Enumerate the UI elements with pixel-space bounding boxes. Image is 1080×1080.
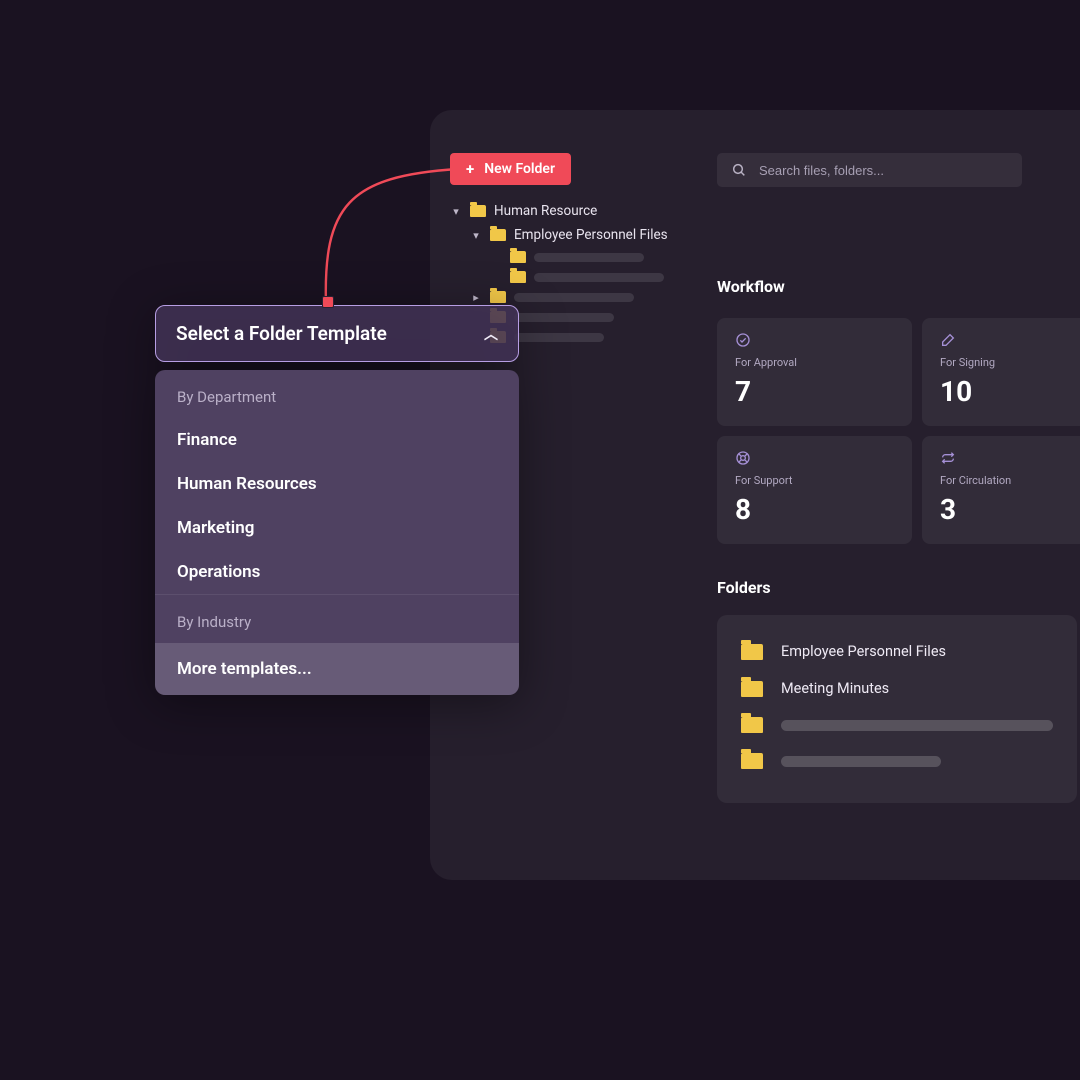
folder-icon — [490, 291, 506, 303]
workflow-card-count: 10 — [940, 375, 1080, 408]
chevron-down-icon: ▾ — [450, 205, 462, 217]
placeholder-bar — [534, 253, 644, 262]
search-bar[interactable] — [717, 153, 1022, 187]
placeholder-bar — [514, 313, 614, 322]
folder-icon — [741, 717, 763, 733]
template-select-title: Select a Folder Template — [176, 322, 387, 345]
workflow-card-label: For Support — [735, 474, 894, 487]
tree-item-placeholder[interactable]: ▾ — [450, 247, 690, 267]
folder-row-placeholder[interactable] — [741, 707, 1053, 743]
folder-row[interactable]: Meeting Minutes — [741, 670, 1053, 707]
folder-icon — [470, 205, 486, 217]
chevron-down-icon: ▾ — [470, 229, 482, 241]
workflow-grid: For Approval 7 For Signing 10 For Suppor… — [717, 318, 1077, 544]
template-option-hr[interactable]: Human Resources — [155, 462, 519, 506]
template-group-label: By Department — [155, 370, 519, 418]
tree-item-child[interactable]: ▾ Employee Personnel Files — [450, 223, 690, 247]
folder-icon — [510, 251, 526, 263]
folders-section: Folders Employee Personnel Files Meeting… — [717, 578, 1077, 803]
tree-item-label: Human Resource — [494, 203, 597, 219]
template-option-operations[interactable]: Operations — [155, 550, 519, 594]
tree-item-label: Employee Personnel Files — [514, 227, 668, 243]
new-folder-label: New Folder — [484, 161, 555, 177]
plus-icon: + — [466, 162, 474, 177]
template-select-menu: By Department Finance Human Resources Ma… — [155, 370, 519, 695]
placeholder-bar — [781, 756, 941, 767]
repeat-icon — [940, 450, 1080, 466]
workflow-title: Workflow — [717, 277, 1077, 296]
tree-item-placeholder[interactable]: ▾ — [450, 267, 690, 287]
workflow-card-support[interactable]: For Support 8 — [717, 436, 912, 544]
tree-item-placeholder[interactable]: ▸ — [450, 287, 690, 307]
workflow-card-label: For Approval — [735, 356, 894, 369]
folder-row-label: Meeting Minutes — [781, 680, 889, 697]
folder-row[interactable]: Employee Personnel Files — [741, 633, 1053, 670]
workflow-card-label: For Circulation — [940, 474, 1080, 487]
workflow-card-label: For Signing — [940, 356, 1080, 369]
template-select-popover: Select a Folder Template ︿ By Department… — [155, 305, 519, 695]
right-panel: Workflow For Approval 7 For Signing 10 — [717, 153, 1077, 803]
chevron-right-icon: ▸ — [470, 291, 482, 303]
folder-row-label: Employee Personnel Files — [781, 643, 946, 660]
workflow-card-count: 3 — [940, 493, 1080, 526]
workflow-card-count: 7 — [735, 375, 894, 408]
template-option-marketing[interactable]: Marketing — [155, 506, 519, 550]
check-circle-icon — [735, 332, 894, 348]
folder-icon — [490, 229, 506, 241]
chevron-up-icon: ︿ — [484, 324, 498, 344]
search-icon — [731, 162, 747, 178]
template-group-label: By Industry — [155, 594, 519, 643]
placeholder-bar — [534, 273, 664, 282]
search-input[interactable] — [759, 163, 1008, 178]
workflow-card-signing[interactable]: For Signing 10 — [922, 318, 1080, 426]
connector-anchor — [322, 296, 334, 308]
folder-icon — [741, 681, 763, 697]
folders-list: Employee Personnel Files Meeting Minutes — [717, 615, 1077, 803]
lifebuoy-icon — [735, 450, 894, 466]
app-shell: + New Folder ▾ Human Resource ▾ Employee… — [430, 110, 1080, 880]
folder-icon — [510, 271, 526, 283]
template-more-button[interactable]: More templates... — [155, 643, 519, 695]
folder-icon — [741, 753, 763, 769]
folder-row-placeholder[interactable] — [741, 743, 1053, 779]
new-folder-button[interactable]: + New Folder — [450, 153, 571, 185]
template-option-finance[interactable]: Finance — [155, 418, 519, 462]
template-select-trigger[interactable]: Select a Folder Template ︿ — [155, 305, 519, 362]
placeholder-bar — [514, 293, 634, 302]
pen-icon — [940, 332, 1080, 348]
workflow-card-approval[interactable]: For Approval 7 — [717, 318, 912, 426]
placeholder-bar — [781, 720, 1053, 731]
tree-item-root[interactable]: ▾ Human Resource — [450, 199, 690, 223]
workflow-card-circulation[interactable]: For Circulation 3 — [922, 436, 1080, 544]
folders-title: Folders — [717, 578, 1077, 597]
workflow-card-count: 8 — [735, 493, 894, 526]
placeholder-bar — [514, 333, 604, 342]
folder-icon — [741, 644, 763, 660]
